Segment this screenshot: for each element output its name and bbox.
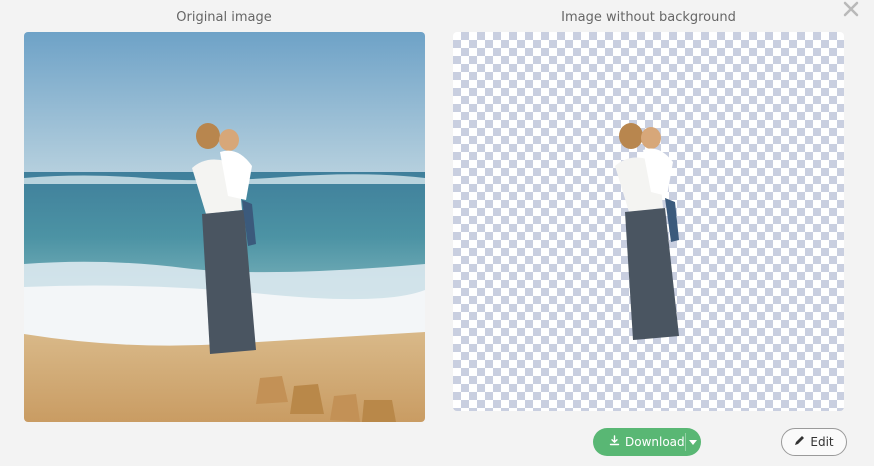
download-main[interactable]: Download [593,435,685,449]
no-background-image-title: Image without background [561,10,736,25]
original-image-title: Original image [176,10,272,25]
pencil-icon [794,435,805,449]
edit-label: Edit [810,435,834,449]
download-icon [609,435,620,449]
download-label: Download [625,435,685,449]
edit-button[interactable]: Edit [781,428,847,456]
no-background-image [453,32,844,411]
caret-down-icon[interactable] [685,439,701,445]
original-image [24,32,425,422]
download-button[interactable]: Download [593,428,701,456]
close-icon[interactable] [842,0,860,18]
